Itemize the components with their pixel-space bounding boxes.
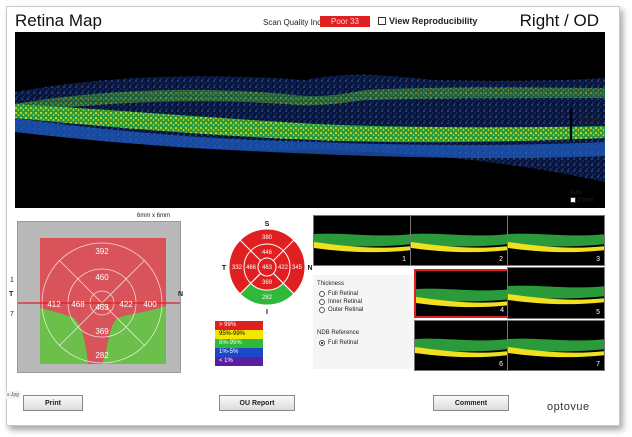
scan-quality-badge: Poor 33: [320, 16, 370, 27]
thickness-options-panel: Thickness Full Retinal Inner Retinal Out…: [313, 275, 414, 369]
fundus-value-center: 463: [95, 303, 109, 312]
scan-number: 1: [402, 256, 406, 263]
scan-thumbnail-1[interactable]: 1: [313, 215, 411, 266]
normative-legend: > 99% 95%-99% 5%-95% 1%-5% < 1%: [215, 321, 263, 366]
radio-icon[interactable]: [319, 299, 325, 305]
radio-icon[interactable]: [319, 291, 325, 297]
scan-thumbnail-3[interactable]: 3: [507, 215, 605, 266]
scan-thumbnail-7[interactable]: 7: [507, 320, 605, 371]
comment-button[interactable]: Comment: [433, 395, 509, 411]
sector-value-inferior-outer: 282: [262, 295, 273, 301]
checkbox-icon[interactable]: [570, 197, 576, 203]
fundus-marker-t: T: [9, 291, 14, 298]
print-button[interactable]: Print: [23, 395, 83, 411]
sector-thickness-chart[interactable]: 380 446 332 466 463 422 345 369 282 S I …: [222, 217, 313, 322]
scan-number: 3: [596, 256, 600, 263]
scale-bar: [570, 108, 572, 140]
legend-item: 5%-95%: [215, 339, 263, 348]
auto-zoom-label-1: Auto: [570, 190, 583, 196]
ndb-reference-title: NDB Reference: [317, 330, 360, 336]
filename-tag: s.Jpg: [5, 391, 21, 399]
scan-number: 5: [596, 309, 600, 316]
checkbox-icon[interactable]: [378, 17, 386, 25]
optovue-logo: optovue: [547, 401, 590, 413]
legend-item: 95%-99%: [215, 330, 263, 339]
sector-value-nasal-outer: 345: [292, 265, 303, 271]
eye-label: Right / OD: [519, 11, 599, 30]
scan-number: 7: [596, 361, 600, 368]
thickness-option-outer[interactable]: Outer Retinal: [319, 307, 363, 313]
fundus-value-inferior-inner: 369: [95, 327, 109, 336]
scan-thumbnail-6[interactable]: 6: [414, 320, 508, 371]
page-title: Retina Map: [15, 11, 102, 30]
legend-item: < 1%: [215, 357, 263, 366]
fundus-tick-top: 1: [10, 277, 14, 284]
scale-label: 250µm: [578, 117, 600, 124]
fundus-size-label: 6mm x 6mm: [137, 213, 170, 219]
fundus-graphic: 392 460 412 468 463 422 400 369 282: [18, 238, 180, 364]
sector-label-t: T: [222, 265, 227, 272]
scan-thumbnail-4-selected[interactable]: 4: [414, 269, 510, 318]
bscan-image[interactable]: [15, 32, 605, 208]
fundus-thickness-map[interactable]: 392 460 412 468 463 422 400 369 282: [17, 221, 181, 373]
view-reproducibility-label: View Reproducibility: [389, 16, 478, 26]
thickness-title: Thickness: [317, 281, 345, 287]
report-window: Retina Map Scan Quality Index Poor 33 Vi…: [5, 6, 620, 426]
scan-number: 4: [500, 307, 504, 314]
fundus-value-nasal-inner: 422: [119, 300, 133, 309]
auto-zoom-toggle[interactable]: Auto Zoom: [570, 190, 593, 205]
sector-label-s: S: [265, 221, 270, 228]
sector-value-nasal-inner: 422: [278, 265, 289, 271]
auto-zoom-label-2: Zoom: [577, 197, 594, 204]
legend-item: 1%-5%: [215, 348, 263, 357]
ndb-option-full-retinal[interactable]: Full Retinal: [319, 340, 358, 346]
bscan-graphic: [15, 74, 605, 182]
thickness-option-inner[interactable]: Inner Retinal: [319, 299, 363, 305]
sector-value-temporal-outer: 332: [232, 265, 243, 271]
fundus-value-temporal-inner: 468: [71, 300, 85, 309]
scan-thumbnail-2[interactable]: 2: [410, 215, 508, 266]
legend-item: > 99%: [215, 321, 263, 330]
radio-selected-icon[interactable]: [319, 340, 325, 346]
fundus-tick-bottom: 7: [10, 311, 14, 318]
sector-chart-graphic: 380 446 332 466 463 422 345 369 282 S I …: [222, 221, 313, 316]
ou-report-button[interactable]: OU Report: [219, 395, 295, 411]
sector-value-center: 463: [262, 265, 273, 271]
sector-value-inferior-inner: 369: [262, 280, 273, 286]
thickness-option-full[interactable]: Full Retinal: [319, 291, 363, 297]
fundus-value-superior-inner: 460: [95, 273, 109, 282]
fundus-marker-n: N: [178, 291, 184, 298]
radio-icon[interactable]: [319, 307, 325, 313]
sector-label-n: N: [307, 265, 312, 272]
sector-value-superior-inner: 446: [262, 250, 273, 256]
fundus-value-nasal-outer: 400: [143, 300, 157, 309]
view-reproducibility-toggle[interactable]: View Reproducibility: [378, 16, 477, 26]
scan-number: 2: [499, 256, 503, 263]
sector-value-superior-outer: 380: [262, 235, 273, 241]
sector-value-temporal-inner: 466: [246, 265, 257, 271]
fundus-value-temporal-outer: 412: [47, 300, 61, 309]
scan-thumbnail-5[interactable]: 5: [507, 267, 605, 319]
sector-label-i: I: [266, 309, 268, 316]
scan-number: 6: [499, 361, 503, 368]
fundus-value-inferior-outer: 282: [95, 351, 109, 360]
fundus-value-superior-outer: 392: [95, 247, 109, 256]
